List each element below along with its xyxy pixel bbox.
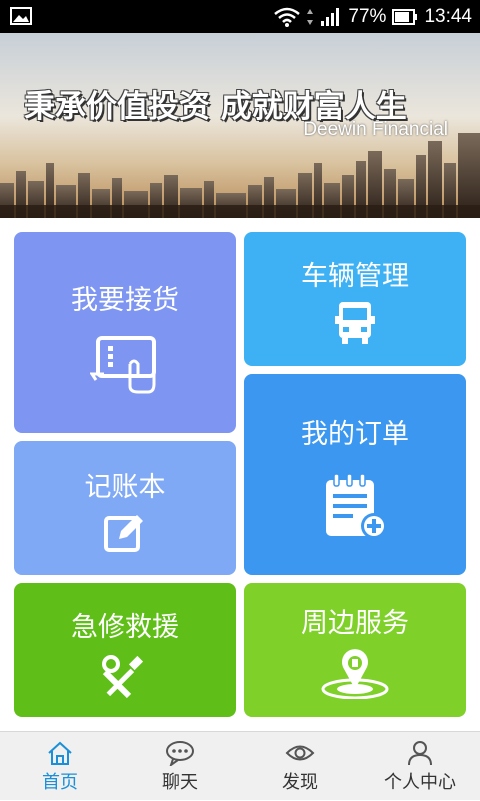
- order-note-icon: [326, 473, 387, 539]
- ledger-label: 记账本: [84, 472, 166, 503]
- tools-icon: [102, 655, 144, 699]
- image-icon: [10, 7, 32, 25]
- roadside-rescue-label: 急修救援: [71, 612, 179, 643]
- eye-icon: [285, 745, 315, 761]
- wifi-icon: [274, 7, 301, 27]
- signal-icon: [321, 7, 340, 26]
- battery-percent: 77%: [348, 5, 387, 27]
- tab-home[interactable]: 首页: [0, 732, 120, 801]
- clock-time: 13:44: [424, 5, 472, 27]
- edit-icon: [104, 515, 143, 552]
- roadside-rescue-tile[interactable]: 急修救援: [14, 583, 236, 717]
- data-arrows-icon: [307, 8, 314, 25]
- nearby-services-tile[interactable]: 周边服务: [244, 583, 466, 717]
- home-icon: [48, 741, 72, 765]
- chat-icon: [166, 741, 194, 766]
- tab-chat[interactable]: 聊天: [120, 732, 240, 801]
- promo-banner[interactable]: 秉承价值投资 成就财富人生 Deewin Financial: [0, 33, 480, 218]
- tablet-touch-icon: [90, 336, 156, 394]
- map-pin-icon: [321, 649, 389, 699]
- ledger-tile[interactable]: 记账本: [14, 441, 236, 575]
- my-orders-tile[interactable]: 我的订单: [244, 374, 466, 575]
- receive-goods-tile[interactable]: 我要接货: [14, 232, 236, 433]
- vehicle-management-tile[interactable]: 车辆管理: [244, 232, 466, 366]
- my-orders-label: 我的订单: [301, 419, 409, 450]
- tab-profile-label: 个人中心: [384, 772, 456, 793]
- status-bar: 77% 13:44: [0, 0, 480, 33]
- truck-icon: [335, 302, 375, 344]
- nearby-services-label: 周边服务: [301, 608, 409, 639]
- vehicle-management-label: 车辆管理: [301, 261, 409, 292]
- tab-discover[interactable]: 发现: [240, 732, 360, 801]
- receive-goods-label: 我要接货: [71, 285, 179, 316]
- bottom-tab-bar: 首页 聊天 发现 个人中心: [0, 731, 480, 800]
- tab-home-label: 首页: [42, 772, 78, 793]
- tab-profile[interactable]: 个人中心: [360, 732, 480, 801]
- battery-icon: [392, 8, 418, 25]
- tab-discover-label: 发现: [282, 772, 318, 793]
- person-icon: [408, 741, 432, 766]
- tab-chat-label: 聊天: [162, 772, 198, 793]
- banner-subtitle: Deewin Financial: [303, 119, 448, 140]
